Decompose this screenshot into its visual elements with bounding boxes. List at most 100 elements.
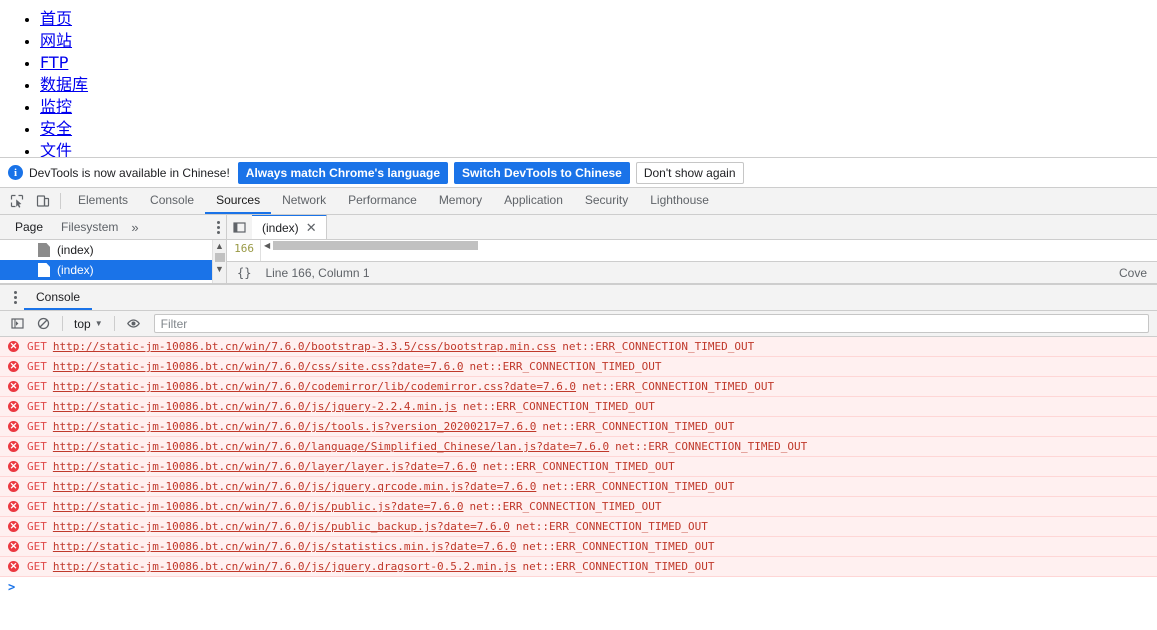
navigator-tab-filesystem[interactable]: Filesystem xyxy=(52,220,127,234)
error-icon: ✕ xyxy=(8,441,19,452)
request-url-link[interactable]: http://static-jm-10086.bt.cn/win/7.6.0/b… xyxy=(53,340,556,353)
page-nav-link[interactable]: 首页 xyxy=(40,9,72,28)
file-tree-item[interactable]: (index) xyxy=(0,240,226,260)
close-icon[interactable]: ✕ xyxy=(306,221,317,234)
error-code-label: net::ERR_CONNECTION_TIMED_OUT xyxy=(582,380,775,393)
document-icon xyxy=(38,263,50,277)
scrollbar-thumb[interactable] xyxy=(273,241,479,250)
tab-console[interactable]: Console xyxy=(139,188,205,214)
live-expression-icon[interactable] xyxy=(122,314,146,334)
request-url-link[interactable]: http://static-jm-10086.bt.cn/win/7.6.0/c… xyxy=(53,380,576,393)
request-method-label: GET xyxy=(27,540,47,553)
devtools-window: i DevTools is now available in Chinese! … xyxy=(0,157,1157,630)
console-message-row[interactable]: ✕ GET http://static-jm-10086.bt.cn/win/7.6… xyxy=(0,497,1157,517)
console-message-row[interactable]: ✕ GET http://static-jm-10086.bt.cn/win/7.6… xyxy=(0,557,1157,577)
console-toolbar: top ▼ xyxy=(0,311,1157,337)
request-url-link[interactable]: http://static-jm-10086.bt.cn/win/7.6.0/j… xyxy=(53,560,517,573)
request-method-label: GET xyxy=(27,560,47,573)
tab-lighthouse[interactable]: Lighthouse xyxy=(639,188,720,214)
code-editor[interactable]: 166 ◀ xyxy=(227,240,1157,261)
switch-devtools-language-button[interactable]: Switch DevTools to Chinese xyxy=(454,161,630,184)
more-tools-icon[interactable] xyxy=(6,285,24,310)
error-code-label: net::ERR_CONNECTION_TIMED_OUT xyxy=(469,500,662,513)
page-nav-link[interactable]: 数据库 xyxy=(40,75,88,94)
tab-application[interactable]: Application xyxy=(493,188,574,214)
error-code-label: net::ERR_CONNECTION_TIMED_OUT xyxy=(482,460,675,473)
error-code-label: net::ERR_CONNECTION_TIMED_OUT xyxy=(469,360,662,373)
editor-tab-label: (index) xyxy=(262,220,299,235)
console-message-row[interactable]: ✕ GET http://static-jm-10086.bt.cn/win/7.6… xyxy=(0,357,1157,377)
navigator-tab-page[interactable]: Page xyxy=(6,220,52,234)
console-message-row[interactable]: ✕ GET http://static-jm-10086.bt.cn/win/7.6… xyxy=(0,477,1157,497)
error-icon: ✕ xyxy=(8,461,19,472)
page-nav-link[interactable]: FTP xyxy=(40,53,68,72)
request-url-link[interactable]: http://static-jm-10086.bt.cn/win/7.6.0/j… xyxy=(53,420,536,433)
request-url-link[interactable]: http://static-jm-10086.bt.cn/win/7.6.0/j… xyxy=(53,520,510,533)
drawer-tab-console[interactable]: Console xyxy=(24,285,93,310)
code-content[interactable]: ◀ xyxy=(261,240,1157,261)
toolbar-divider xyxy=(62,316,63,331)
request-method-label: GET xyxy=(27,460,47,473)
tab-network[interactable]: Network xyxy=(271,188,337,214)
toggle-navigator-icon[interactable] xyxy=(227,215,252,239)
console-message-row[interactable]: ✕ GET http://static-jm-10086.bt.cn/win/7.6… xyxy=(0,537,1157,557)
tab-sources[interactable]: Sources xyxy=(205,188,272,214)
more-options-icon[interactable] xyxy=(217,220,220,234)
execution-context-selector[interactable]: top ▼ xyxy=(70,317,107,331)
request-method-label: GET xyxy=(27,380,47,393)
console-message-row[interactable]: ✕ GET http://static-jm-10086.bt.cn/win/7.6… xyxy=(0,377,1157,397)
request-method-label: GET xyxy=(27,420,47,433)
page-nav-link[interactable]: 文件 xyxy=(40,141,72,157)
request-method-label: GET xyxy=(27,340,47,353)
pretty-print-icon[interactable]: {} xyxy=(237,266,251,280)
request-url-link[interactable]: http://static-jm-10086.bt.cn/win/7.6.0/j… xyxy=(53,480,536,493)
console-message-row[interactable]: ✕ GET http://static-jm-10086.bt.cn/win/7.6… xyxy=(0,337,1157,357)
console-input-prompt[interactable]: > xyxy=(0,577,1157,597)
chevron-double-right-icon[interactable]: » xyxy=(127,220,142,235)
request-method-label: GET xyxy=(27,360,47,373)
console-message-list: ✕ GET http://static-jm-10086.bt.cn/win/7.6… xyxy=(0,337,1157,630)
scroll-down-icon[interactable]: ▼ xyxy=(215,263,224,275)
scroll-left-icon[interactable]: ◀ xyxy=(261,241,273,250)
request-url-link[interactable]: http://static-jm-10086.bt.cn/win/7.6.0/j… xyxy=(53,400,457,413)
request-method-label: GET xyxy=(27,400,47,413)
coverage-label[interactable]: Cove xyxy=(1119,266,1147,280)
request-url-link[interactable]: http://static-jm-10086.bt.cn/win/7.6.0/c… xyxy=(53,360,464,373)
console-message-row[interactable]: ✕ GET http://static-jm-10086.bt.cn/win/7.6… xyxy=(0,457,1157,477)
console-message-row[interactable]: ✕ GET http://static-jm-10086.bt.cn/win/7.6… xyxy=(0,397,1157,417)
request-url-link[interactable]: http://static-jm-10086.bt.cn/win/7.6.0/j… xyxy=(53,500,464,513)
request-url-link[interactable]: http://static-jm-10086.bt.cn/win/7.6.0/j… xyxy=(53,540,517,553)
dont-show-again-button[interactable]: Don't show again xyxy=(635,161,744,184)
request-method-label: GET xyxy=(27,480,47,493)
console-sidebar-icon[interactable] xyxy=(5,314,29,334)
request-url-link[interactable]: http://static-jm-10086.bt.cn/win/7.6.0/l… xyxy=(53,460,477,473)
error-code-label: net::ERR_CONNECTION_TIMED_OUT xyxy=(522,560,715,573)
always-match-language-button[interactable]: Always match Chrome's language xyxy=(237,161,449,184)
page-nav-link[interactable]: 监控 xyxy=(40,97,72,116)
tab-elements[interactable]: Elements xyxy=(67,188,139,214)
error-code-label: net::ERR_CONNECTION_TIMED_OUT xyxy=(615,440,808,453)
console-message-row[interactable]: ✕ GET http://static-jm-10086.bt.cn/win/7.6… xyxy=(0,417,1157,437)
cursor-position-label: Line 166, Column 1 xyxy=(265,265,370,280)
file-tree-item[interactable]: (index) xyxy=(0,260,226,280)
error-icon: ✕ xyxy=(8,401,19,412)
inspect-element-icon[interactable] xyxy=(4,188,30,214)
chevron-down-icon: ▼ xyxy=(94,319,103,328)
console-message-row[interactable]: ✕ GET http://static-jm-10086.bt.cn/win/7.6… xyxy=(0,517,1157,537)
scroll-up-icon[interactable]: ▲ xyxy=(215,240,224,252)
request-url-link[interactable]: http://static-jm-10086.bt.cn/win/7.6.0/l… xyxy=(53,440,609,453)
tab-security[interactable]: Security xyxy=(574,188,639,214)
page-nav-item: 文件 xyxy=(40,140,1157,157)
clear-console-icon[interactable] xyxy=(31,314,55,334)
tab-memory[interactable]: Memory xyxy=(428,188,493,214)
console-filter-input[interactable] xyxy=(153,314,1149,333)
tab-performance[interactable]: Performance xyxy=(337,188,428,214)
editor-horizontal-scrollbar[interactable]: ◀ xyxy=(261,241,1157,250)
scrollbar-thumb[interactable] xyxy=(214,253,225,262)
device-toolbar-icon[interactable] xyxy=(30,188,56,214)
editor-tab-index[interactable]: (index) ✕ xyxy=(252,215,327,239)
file-tree-scrollbar[interactable]: ▲ ▼ xyxy=(212,240,226,283)
console-message-row[interactable]: ✕ GET http://static-jm-10086.bt.cn/win/7.6… xyxy=(0,437,1157,457)
page-nav-link[interactable]: 安全 xyxy=(40,119,72,138)
page-nav-link[interactable]: 网站 xyxy=(40,31,72,50)
